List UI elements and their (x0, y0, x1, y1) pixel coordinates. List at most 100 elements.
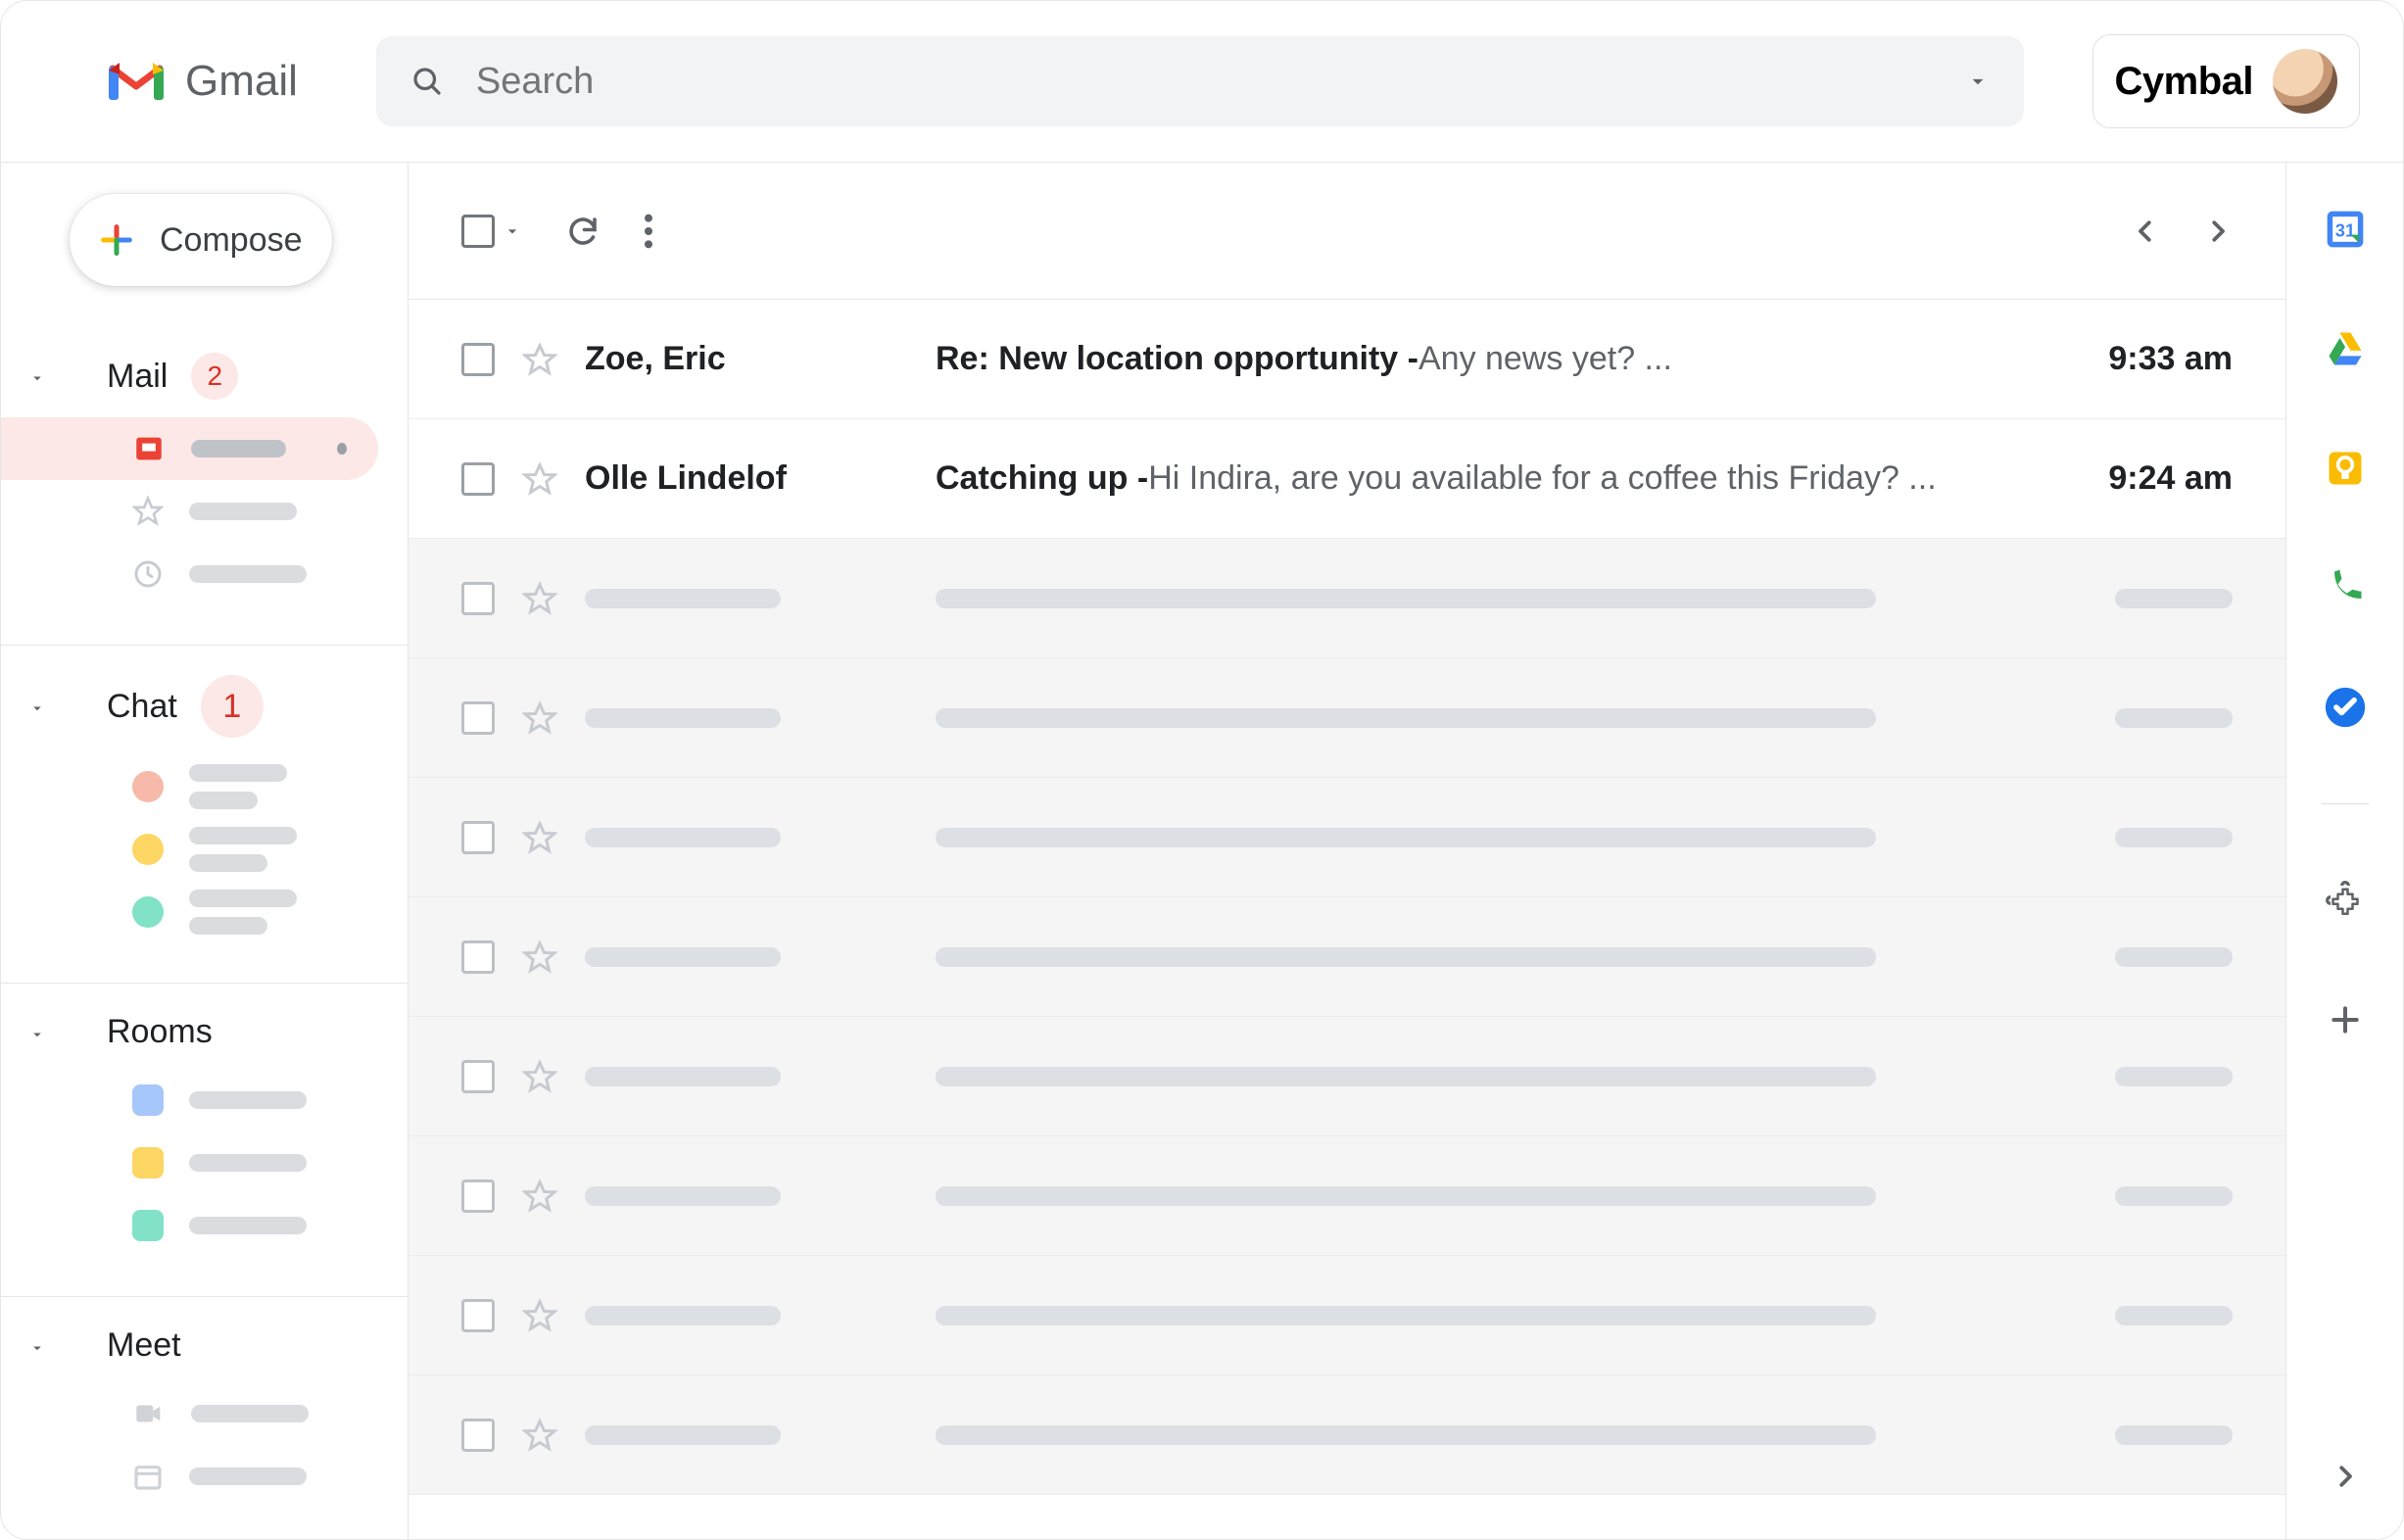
collapse-panel-button[interactable] (2322, 1453, 2369, 1500)
room-color-icon (132, 1210, 164, 1241)
room-item[interactable] (1, 1131, 378, 1194)
chat-contact[interactable] (1, 818, 378, 881)
room-item[interactable] (1, 1194, 378, 1257)
sidebar-item-snoozed[interactable] (1, 543, 378, 605)
placeholder-line (585, 708, 908, 728)
compose-button[interactable]: Compose (70, 194, 332, 286)
search-bar[interactable] (376, 36, 2024, 126)
svg-text:31: 31 (2334, 219, 2354, 240)
star-icon[interactable] (522, 700, 557, 736)
placeholder-line (585, 1306, 908, 1325)
placeholder-line (189, 1217, 307, 1234)
compose-label: Compose (160, 221, 303, 260)
star-icon[interactable] (522, 581, 557, 616)
tasks-app-icon[interactable] (2322, 684, 2369, 731)
placeholder-stack (189, 764, 287, 809)
prev-page-button[interactable] (2131, 217, 2160, 246)
nav-header-rooms[interactable]: Rooms (1, 1003, 408, 1061)
calendar-app-icon[interactable]: 31 (2322, 206, 2369, 253)
search-dropdown-icon[interactable] (1965, 69, 1991, 94)
room-color-icon (132, 1147, 164, 1179)
placeholder-line (189, 565, 307, 583)
placeholder-line (2076, 589, 2233, 608)
more-button[interactable] (644, 212, 653, 251)
placeholder-line (585, 1067, 908, 1086)
placeholder-line (189, 503, 297, 520)
placeholder-line (585, 947, 908, 967)
star-icon[interactable] (522, 820, 557, 855)
nav-header-mail[interactable]: Mail 2 (1, 343, 408, 409)
email-sender: Zoe, Eric (585, 340, 908, 378)
star-icon[interactable] (522, 1418, 557, 1453)
sidebar-item-starred[interactable] (1, 480, 378, 543)
email-row-placeholder (409, 1136, 2285, 1256)
chat-contact[interactable] (1, 755, 378, 818)
nav-section-chat: Chat 1 (1, 655, 408, 973)
chat-contact[interactable] (1, 881, 378, 943)
email-row[interactable]: Zoe, EricRe: New location opportunity - … (409, 300, 2285, 419)
email-checkbox[interactable] (461, 582, 495, 615)
mail-badge: 2 (191, 353, 238, 400)
unread-dot-icon (337, 443, 347, 455)
nav-section-meet: Meet (1, 1307, 408, 1537)
main-content: Zoe, EricRe: New location opportunity - … (409, 163, 2285, 1539)
account-switcher[interactable]: Cymbal (2092, 34, 2361, 128)
star-icon[interactable] (522, 939, 557, 975)
brand[interactable]: Gmail (109, 57, 298, 106)
search-icon[interactable] (409, 64, 445, 99)
placeholder-line (585, 1425, 908, 1445)
email-checkbox[interactable] (461, 462, 495, 496)
star-icon[interactable] (522, 461, 557, 497)
email-time: 9:33 am (2076, 340, 2233, 378)
placeholder-line (2076, 1425, 2233, 1445)
calendar-icon (132, 1461, 164, 1492)
meet-new-meeting[interactable] (1, 1382, 378, 1445)
nav-header-meet[interactable]: Meet (1, 1317, 408, 1374)
next-page-button[interactable] (2203, 217, 2233, 246)
addons-button[interactable] (2322, 877, 2369, 924)
sidebar: Compose Mail 2 (1, 163, 409, 1539)
divider (2322, 803, 2369, 804)
chat-badge: 1 (201, 675, 264, 738)
placeholder-line (189, 1091, 307, 1109)
placeholder-line (585, 1186, 908, 1206)
placeholder-line (2076, 1067, 2233, 1086)
email-checkbox[interactable] (461, 1419, 495, 1452)
email-row-placeholder (409, 1375, 2285, 1495)
email-row-placeholder (409, 1256, 2285, 1375)
meet-join-meeting[interactable] (1, 1445, 378, 1508)
star-icon[interactable] (522, 1059, 557, 1094)
email-row-placeholder (409, 897, 2285, 1017)
email-checkbox[interactable] (461, 1060, 495, 1093)
voice-app-icon[interactable] (2322, 564, 2369, 611)
email-checkbox[interactable] (461, 940, 495, 974)
keep-app-icon[interactable] (2322, 445, 2369, 492)
gmail-logo-icon (109, 61, 164, 102)
sidebar-item-inbox[interactable] (1, 417, 378, 480)
star-icon[interactable] (522, 1298, 557, 1333)
drive-app-icon[interactable] (2322, 325, 2369, 372)
divider (1, 645, 408, 646)
placeholder-stack (189, 827, 297, 872)
email-checkbox[interactable] (461, 701, 495, 735)
room-item[interactable] (1, 1069, 378, 1131)
nav-section-label: Chat (107, 688, 177, 726)
placeholder-line (936, 828, 2048, 847)
search-input[interactable] (476, 61, 1934, 103)
refresh-button[interactable] (565, 214, 601, 249)
nav-section-label: Meet (107, 1326, 181, 1365)
email-checkbox[interactable] (461, 343, 495, 376)
nav-header-chat[interactable]: Chat 1 (1, 665, 408, 747)
email-checkbox[interactable] (461, 1179, 495, 1213)
email-checkbox[interactable] (461, 1299, 495, 1332)
select-dropdown-icon[interactable] (503, 221, 522, 241)
email-row[interactable]: Olle LindelofCatching up - Hi Indira, ar… (409, 419, 2285, 539)
avatar[interactable] (2273, 49, 2337, 114)
star-icon[interactable] (522, 342, 557, 377)
email-checkbox[interactable] (461, 821, 495, 854)
select-all-checkbox[interactable] (461, 215, 495, 248)
placeholder-line (936, 1306, 2048, 1325)
email-row-placeholder (409, 658, 2285, 778)
star-icon[interactable] (522, 1179, 557, 1214)
get-addons-button[interactable] (2322, 996, 2369, 1043)
